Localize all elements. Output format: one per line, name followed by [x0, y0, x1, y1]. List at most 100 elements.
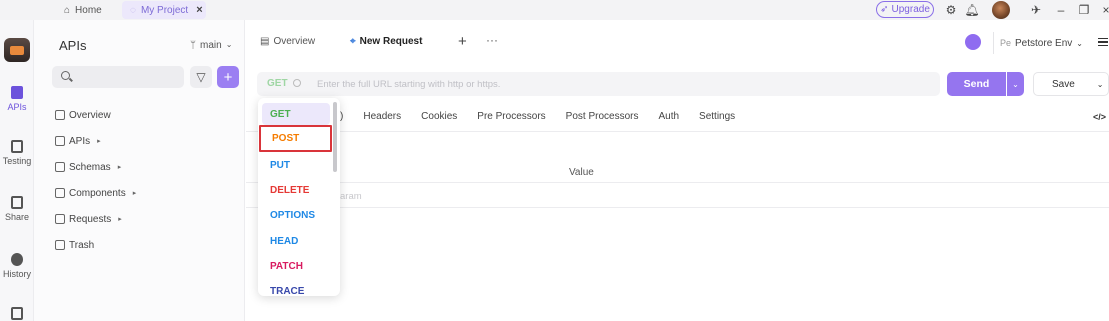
tab-post-processors[interactable]: Post Processors	[566, 111, 639, 122]
method-option-label: OPTIONS	[270, 209, 316, 221]
save-button[interactable]: Save ⌄	[1033, 72, 1109, 96]
method-option-get[interactable]: GET	[262, 103, 330, 125]
rail-item-label: Share	[4, 212, 30, 222]
tree-item-trash[interactable]: Trash	[55, 232, 136, 258]
rail-item-history[interactable]: History	[0, 253, 34, 279]
more-icon: ···	[486, 33, 498, 47]
add-button[interactable]: +	[217, 66, 239, 88]
method-option-patch[interactable]: PATCH	[262, 255, 330, 277]
param-key-placeholder[interactable]: aram	[340, 191, 362, 202]
tab-headers[interactable]: Headers	[363, 111, 401, 122]
rail-item-label: Testing	[2, 156, 32, 166]
tab-new-request-label: New Request	[359, 36, 423, 47]
tab-new-request[interactable]: ⌖ New Request	[350, 36, 422, 47]
method-option-label: TRACE	[270, 285, 305, 297]
method-option-head[interactable]: HEAD	[262, 230, 330, 252]
tab-overview-label: Overview	[273, 36, 316, 47]
upgrade-button[interactable]: ➶ Upgrade	[876, 1, 934, 18]
home-tab[interactable]: ⌂ Home	[64, 2, 102, 18]
chevron-down-icon: ⌄	[1096, 79, 1104, 89]
tab-auth[interactable]: Auth	[658, 111, 679, 122]
caret-right-icon: ▸	[117, 164, 122, 171]
chevron-down-icon: ⌄	[1076, 38, 1083, 48]
settings-rail-icon	[11, 307, 23, 320]
send-button[interactable]: Send	[947, 72, 1006, 96]
upgrade-label: Upgrade	[891, 4, 930, 15]
code-icon[interactable]: </>	[1093, 112, 1106, 122]
rail-item-apis[interactable]: APIs	[0, 86, 34, 112]
history-icon	[11, 253, 23, 266]
components-icon	[55, 188, 65, 198]
method-option-put[interactable]: PUT	[262, 154, 330, 176]
params-tab-fragment[interactable]: )	[340, 111, 343, 122]
caret-right-icon: ▸	[97, 138, 101, 145]
table-row[interactable]	[246, 184, 1109, 208]
search-icon	[61, 71, 70, 80]
sidebar-search-input[interactable]	[52, 66, 184, 88]
new-tab-button[interactable]: +	[458, 33, 467, 50]
method-option-label: GET	[270, 108, 291, 120]
rail-item-share[interactable]: Share	[0, 196, 34, 222]
environment-label: Petstore Env	[1015, 37, 1073, 49]
app-logo-icon	[4, 38, 30, 62]
send-options-button[interactable]: ⌄	[1007, 72, 1024, 96]
project-tab[interactable]: ◌ My Project ×	[122, 1, 206, 19]
minimize-icon[interactable]: –	[1054, 3, 1068, 17]
branch-selector[interactable]: ᛘ main ⌄	[190, 40, 232, 51]
environment-selector[interactable]: Pe Petstore Env ⌄	[993, 32, 1089, 54]
tree-item-schemas[interactable]: Schemas ▸	[55, 154, 136, 180]
method-dropdown: GET POST PUT DELETE OPTIONS HEAD PATCH T…	[258, 98, 340, 296]
overview-tab-icon: ▤	[260, 36, 270, 47]
tree-item-overview[interactable]: Overview	[55, 102, 136, 128]
avatar[interactable]	[992, 1, 1010, 19]
tree-item-label: Overview	[69, 109, 111, 121]
method-option-delete[interactable]: DELETE	[262, 179, 330, 201]
rail-item-label: History	[2, 269, 31, 279]
menu-icon[interactable]	[1098, 38, 1108, 46]
rocket-icon: ➶	[880, 4, 889, 15]
tree-item-apis[interactable]: APIs ▸	[55, 128, 136, 154]
save-label: Save	[1052, 78, 1075, 90]
requests-icon	[55, 214, 65, 224]
project-icon: ◌	[130, 4, 136, 16]
pin-icon[interactable]: ✈︎	[1029, 3, 1043, 17]
rail-item-testing[interactable]: Testing	[0, 140, 34, 166]
testing-icon	[11, 140, 23, 153]
method-selector[interactable]: GET	[267, 78, 288, 89]
tree-item-requests[interactable]: Requests ▸	[55, 206, 136, 232]
close-window-icon[interactable]: ×	[1099, 3, 1109, 17]
tab-cookies[interactable]: Cookies	[421, 111, 457, 122]
home-icon: ⌂	[64, 4, 71, 16]
filter-button[interactable]: ▽	[190, 66, 212, 88]
dropdown-scrollbar[interactable]	[333, 102, 337, 172]
environment-icon[interactable]	[965, 34, 981, 50]
tree-item-label: Components	[69, 187, 126, 199]
url-bar: GET	[257, 72, 940, 96]
caret-right-icon: ▸	[118, 216, 122, 223]
tree-item-label: Requests	[69, 213, 112, 225]
method-option-label: POST	[272, 133, 300, 144]
more-tabs-button[interactable]: ···	[486, 33, 498, 47]
tab-settings[interactable]: Settings	[699, 111, 735, 122]
method-option-post[interactable]: POST	[259, 125, 332, 152]
gear-icon[interactable]: ⚙	[944, 3, 958, 17]
method-option-label: PUT	[270, 159, 290, 171]
method-option-trace[interactable]: TRACE	[262, 280, 330, 297]
tree-item-components[interactable]: Components ▸	[55, 180, 136, 206]
url-input[interactable]	[317, 75, 917, 93]
close-icon[interactable]: ×	[196, 4, 202, 16]
request-tabs: ) Headers Cookies Pre Processors Post Pr…	[340, 111, 735, 122]
tree-item-label: Schemas	[69, 161, 111, 173]
restore-icon[interactable]: ❐	[1077, 3, 1091, 17]
tab-pre-processors[interactable]: Pre Processors	[477, 111, 545, 122]
bell-icon[interactable]: 🔔︎	[964, 3, 979, 17]
rail-item-more[interactable]	[0, 307, 34, 321]
method-option-options[interactable]: OPTIONS	[262, 204, 330, 226]
home-tab-label: Home	[75, 4, 102, 16]
tab-overview[interactable]: ▤ Overview	[260, 36, 315, 47]
filter-icon: ▽	[196, 70, 206, 84]
chevron-down-icon: ⌄	[225, 40, 233, 49]
branch-icon: ᛘ	[190, 40, 196, 51]
method-option-label: HEAD	[270, 235, 299, 247]
request-tab-icon: ⌖	[350, 36, 356, 47]
